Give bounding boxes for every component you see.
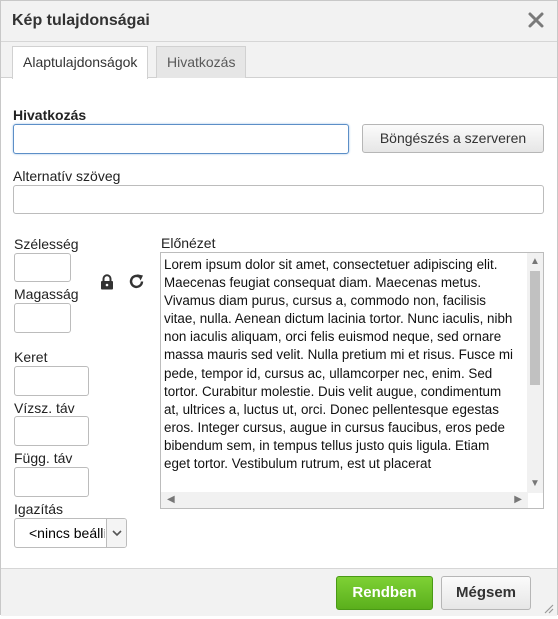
- border-label: Keret: [14, 349, 48, 365]
- dialog-title: Kép tulajdonságai: [12, 12, 150, 29]
- browse-server-button[interactable]: Böngészés a szerveren: [362, 124, 544, 153]
- tab-basic-properties[interactable]: Alaptulajdonságok: [12, 46, 149, 79]
- reset-size-icon[interactable]: [128, 273, 145, 290]
- hspace-input[interactable]: [14, 416, 89, 446]
- tab-label: Alaptulajdonságok: [23, 54, 138, 70]
- image-properties-dialog: Kép tulajdonságai Alaptulajdonságok Hiva…: [0, 0, 558, 616]
- hspace-label: Vízsz. táv: [14, 400, 75, 416]
- align-label: Igazítás: [14, 501, 64, 517]
- alt-text-label: Alternatív szöveg: [13, 168, 121, 184]
- alt-text-input[interactable]: [13, 185, 544, 214]
- dialog-titlebar[interactable]: Kép tulajdonságai: [1, 1, 557, 42]
- dialog-footer: Rendben Mégsem: [1, 568, 557, 616]
- resize-grip-icon[interactable]: [542, 601, 554, 614]
- tab-link[interactable]: Hivatkozás: [156, 46, 247, 78]
- align-select[interactable]: <nincs beállítva>: [14, 518, 127, 548]
- preview-text: Lorem ipsum dolor sit amet, consectetuer…: [164, 257, 513, 472]
- preview-box: Lorem ipsum dolor sit amet, consectetuer…: [160, 252, 544, 509]
- cancel-button-label: Mégsem: [455, 584, 517, 601]
- scroll-down-icon[interactable]: ▼: [530, 479, 540, 489]
- width-input[interactable]: [14, 253, 71, 282]
- ok-button[interactable]: Rendben: [336, 576, 433, 610]
- border-input[interactable]: [14, 366, 89, 396]
- scroll-right-icon[interactable]: ▶: [514, 495, 522, 505]
- close-icon[interactable]: [527, 11, 545, 29]
- scroll-up-icon[interactable]: ▲: [530, 257, 540, 267]
- preview-label: Előnézet: [161, 235, 216, 251]
- chevron-down-icon[interactable]: [106, 519, 126, 547]
- vspace-label: Függ. táv: [14, 450, 73, 466]
- scroll-left-icon[interactable]: ◀: [167, 495, 175, 505]
- horizontal-scrollbar[interactable]: ◀ ▶: [161, 492, 528, 508]
- height-input[interactable]: [14, 303, 71, 333]
- scroll-thumb[interactable]: [530, 271, 540, 385]
- width-label: Szélesség: [14, 236, 79, 252]
- cancel-button[interactable]: Mégsem: [441, 576, 531, 610]
- height-label: Magasság: [14, 286, 79, 302]
- link-label: Hivatkozás: [13, 107, 87, 123]
- link-url-input[interactable]: [13, 124, 349, 154]
- align-selected-value: <nincs beállítva>: [29, 525, 105, 541]
- tab-label: Hivatkozás: [167, 54, 236, 70]
- lock-icon[interactable]: [100, 274, 114, 290]
- tab-bar: Alaptulajdonságok Hivatkozás: [1, 42, 557, 79]
- vspace-input[interactable]: [14, 467, 89, 497]
- vertical-scrollbar[interactable]: ▲ ▼: [527, 253, 543, 493]
- ok-button-label: Rendben: [352, 584, 417, 601]
- browse-server-label: Böngészés a szerveren: [379, 130, 527, 146]
